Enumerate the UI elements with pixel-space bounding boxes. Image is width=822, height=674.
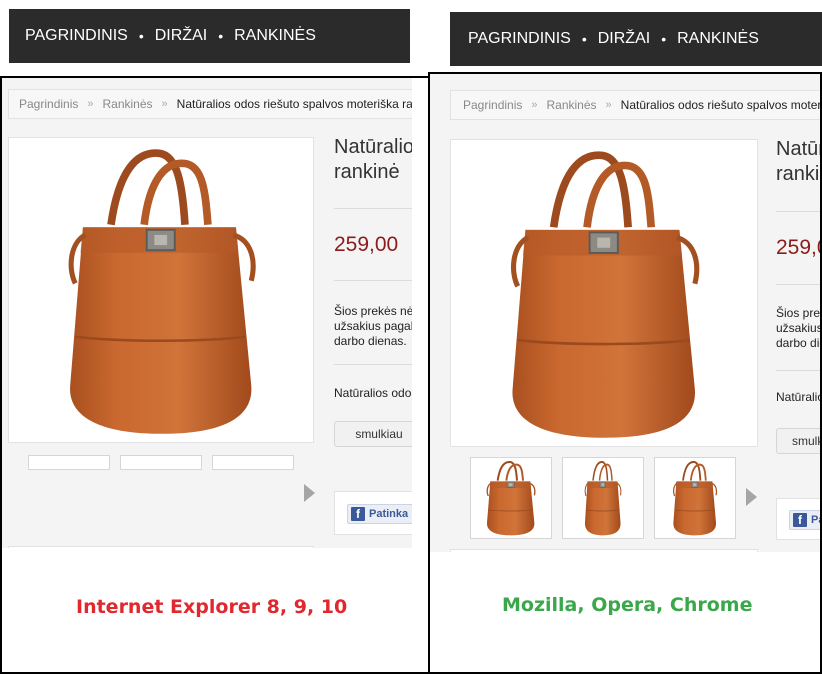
nav-bar-ie: PAGRINDINIS • DIRŽAI • RANKINĖS bbox=[9, 9, 410, 63]
modern-browser-label: Mozilla, Opera, Chrome bbox=[502, 594, 753, 616]
divider bbox=[776, 284, 820, 285]
breadcrumb-current: Natūralios odos riešuto spalvos moterišk… bbox=[176, 97, 412, 111]
thumbnail-empty[interactable] bbox=[120, 455, 202, 470]
nav-item-pagrindinis[interactable]: PAGRINDINIS bbox=[468, 30, 571, 48]
facebook-like-button[interactable]: f Patinka bbox=[789, 510, 820, 530]
product-availability-text: Šios prekės nėra sandėlyje, ją galime pr… bbox=[776, 306, 822, 350]
breadcrumb: Pagrindinis » Rankinės » Natūralios odos… bbox=[8, 89, 412, 119]
nav-separator: • bbox=[581, 31, 587, 47]
nav-item-dirzai[interactable]: DIRŽAI bbox=[155, 27, 207, 45]
handbag-thumbnail bbox=[485, 460, 536, 537]
facebook-like-button[interactable]: f Patinka bbox=[347, 504, 412, 524]
product-price: 259,00 bbox=[334, 233, 399, 256]
nav-separator: • bbox=[218, 28, 224, 44]
like-box: f Patinka bbox=[334, 491, 412, 535]
product-title: Natūralios odos riešuto spalvos moterišk… bbox=[776, 138, 822, 185]
product-main-image[interactable] bbox=[8, 137, 314, 443]
nav-item-pagrindinis[interactable]: PAGRINDINIS bbox=[25, 27, 128, 45]
thumbnail-empty[interactable] bbox=[28, 455, 110, 470]
thumbnail-2[interactable] bbox=[562, 457, 644, 539]
handbag-image bbox=[9, 138, 314, 443]
ie-browser-frame: Pagrindinis » Rankinės » Natūralios odos… bbox=[0, 76, 430, 674]
thumbnail-empty[interactable] bbox=[212, 455, 294, 470]
content-box bbox=[8, 546, 314, 548]
facebook-icon: f bbox=[793, 513, 807, 527]
nav-separator: • bbox=[661, 31, 667, 47]
product-title: Natūralios odos riešuto spalvos moterišk… bbox=[334, 136, 412, 183]
product-material: Natūralios odos bbox=[776, 390, 820, 404]
divider bbox=[334, 280, 412, 281]
thumbnail-next-arrow-icon[interactable] bbox=[304, 484, 315, 502]
breadcrumb-separator: » bbox=[531, 99, 538, 111]
modern-page: Pagrindinis » Rankinės » Natūralios odos… bbox=[430, 74, 822, 552]
nav-separator: • bbox=[138, 28, 144, 44]
ie-page: Pagrindinis » Rankinės » Natūralios odos… bbox=[2, 78, 412, 548]
handbag-thumbnail bbox=[672, 460, 718, 537]
details-button[interactable]: smulkiau bbox=[776, 428, 820, 454]
nav-item-rankines[interactable]: RANKINĖS bbox=[234, 27, 316, 45]
breadcrumb: Pagrindinis » Rankinės » Natūralios odos… bbox=[450, 90, 822, 120]
breadcrumb-separator: » bbox=[87, 98, 94, 110]
product-main-image[interactable] bbox=[450, 139, 758, 447]
like-box: f Patinka bbox=[776, 498, 820, 540]
content-box bbox=[450, 549, 758, 552]
product-material: Natūralios odos bbox=[334, 386, 412, 400]
facebook-icon: f bbox=[351, 507, 365, 521]
thumbnail-1[interactable] bbox=[470, 457, 552, 539]
breadcrumb-home[interactable]: Pagrindinis bbox=[19, 97, 78, 111]
divider bbox=[334, 364, 412, 365]
nav-bar-modern: PAGRINDINIS • DIRŽAI • RANKINĖS bbox=[450, 12, 822, 66]
modern-browser-frame: Pagrindinis » Rankinės » Natūralios odos… bbox=[428, 72, 822, 674]
product-price: 259,00 bbox=[776, 236, 820, 259]
divider bbox=[776, 211, 820, 212]
like-label: Patinka bbox=[369, 508, 409, 520]
breadcrumb-category[interactable]: Rankinės bbox=[103, 97, 153, 111]
divider bbox=[776, 370, 820, 371]
like-label: Patinka bbox=[811, 514, 820, 526]
breadcrumb-current: Natūralios odos riešuto spalvos moterišk… bbox=[620, 98, 822, 112]
divider bbox=[334, 208, 412, 209]
breadcrumb-separator: » bbox=[161, 98, 168, 110]
product-availability-text: Šios prekės nėra sandėlyje, ją galime pr… bbox=[334, 304, 412, 348]
breadcrumb-category[interactable]: Rankinės bbox=[547, 98, 597, 112]
thumbnail-3[interactable] bbox=[654, 457, 736, 539]
breadcrumb-separator: » bbox=[605, 99, 612, 111]
thumbnail-next-arrow-icon[interactable] bbox=[746, 488, 757, 506]
ie-browser-label: Internet Explorer 8, 9, 10 bbox=[76, 596, 348, 618]
breadcrumb-home[interactable]: Pagrindinis bbox=[463, 98, 522, 112]
details-button[interactable]: smulkiau bbox=[334, 421, 412, 447]
nav-item-rankines[interactable]: RANKINĖS bbox=[677, 30, 759, 48]
handbag-thumbnail bbox=[583, 460, 622, 537]
handbag-image bbox=[451, 140, 758, 447]
nav-item-dirzai[interactable]: DIRŽAI bbox=[598, 30, 650, 48]
